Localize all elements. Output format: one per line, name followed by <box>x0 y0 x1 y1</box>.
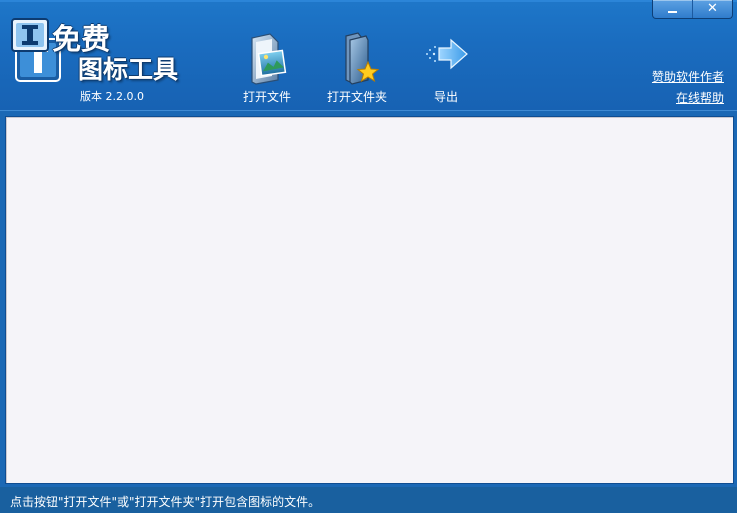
open-folder-label: 打开文件夹 <box>326 90 387 104</box>
status-bar: 点击按钮"打开文件"或"打开文件夹"打开包含图标的文件。 <box>0 487 737 513</box>
sponsor-author-link[interactable]: 赞助软件作者 <box>652 68 724 85</box>
logo-title-line2: 图标工具 <box>78 55 179 84</box>
export-arrow-icon <box>426 38 468 70</box>
open-folder-button[interactable]: 打开文件夹 <box>324 32 390 106</box>
header-bar: ✕ 免费 图标工具 版本 2.2.0.0 打开文件 打开文件夹 导出 赞助软件作… <box>0 0 737 111</box>
minimize-button[interactable] <box>653 0 693 18</box>
open-file-button[interactable]: 打开文件 <box>238 32 296 106</box>
app-window: ✕ 免费 图标工具 版本 2.2.0.0 打开文件 打开文件夹 导出 赞助软件作… <box>0 0 737 513</box>
open-file-icon <box>251 33 287 85</box>
close-icon: ✕ <box>707 1 718 16</box>
export-button[interactable]: 导出 <box>418 32 474 106</box>
close-button[interactable]: ✕ <box>693 0 732 18</box>
window-controls: ✕ <box>652 0 733 19</box>
app-logo: 免费 图标工具 版本 2.2.0.0 <box>8 14 188 104</box>
online-help-link[interactable]: 在线帮助 <box>676 89 724 106</box>
minimize-icon <box>668 11 677 13</box>
open-folder-icon <box>345 32 380 85</box>
icon-list-panel[interactable] <box>5 116 734 484</box>
status-text: 点击按钮"打开文件"或"打开文件夹"打开包含图标的文件。 <box>10 495 321 509</box>
export-label: 导出 <box>433 90 458 104</box>
version-label: 版本 2.2.0.0 <box>80 90 144 103</box>
open-file-label: 打开文件 <box>242 90 291 104</box>
